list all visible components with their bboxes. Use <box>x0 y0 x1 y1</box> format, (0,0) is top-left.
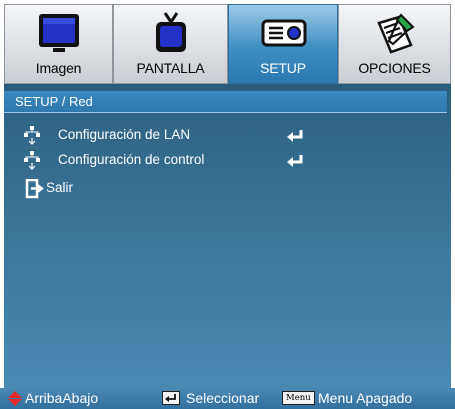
enter-icon <box>287 130 303 142</box>
tab-bar: Imagen PANTALLA SETUP OPCIONES <box>4 4 451 84</box>
exit-icon <box>25 179 44 199</box>
monitor-icon <box>38 14 79 52</box>
up-down-arrows-icon <box>8 391 22 406</box>
enter-key-icon <box>162 391 180 405</box>
tab-pantalla[interactable]: PANTALLA <box>113 4 228 84</box>
footer-menu-label: Menu Apagado <box>318 390 413 406</box>
menu-item-lan-config[interactable]: Configuración de LAN <box>4 124 447 148</box>
menu-item-exit[interactable]: Salir <box>4 177 447 201</box>
menu-item-control-config[interactable]: Configuración de control <box>4 149 447 173</box>
menu-item-label: Configuración de control <box>58 152 205 167</box>
tab-setup[interactable]: SETUP <box>228 4 338 84</box>
network-icon <box>24 151 40 170</box>
footer-select-label: Seleccionar <box>186 390 260 406</box>
tab-label: SETUP <box>260 60 306 76</box>
menu-item-label: Salir <box>46 180 74 195</box>
tab-imagen[interactable]: Imagen <box>4 4 113 84</box>
tab-label: OPCIONES <box>358 60 431 76</box>
breadcrumb: SETUP / Red <box>4 91 447 113</box>
menu-key-icon: Menu <box>282 391 315 405</box>
footer-help-bar: ArribaAbajo Seleccionar Menu Menu Apagad… <box>0 388 455 409</box>
menu-item-label: Configuración de LAN <box>58 127 191 142</box>
options-notepad-icon <box>376 13 415 54</box>
footer-nav-label: ArribaAbajo <box>25 390 99 406</box>
network-icon <box>24 126 40 145</box>
tv-icon <box>155 12 186 52</box>
tab-label: Imagen <box>35 60 82 76</box>
osd-menu: Imagen PANTALLA SETUP OPCIONES SETUP / R… <box>0 0 455 409</box>
tab-opciones[interactable]: OPCIONES <box>338 4 451 84</box>
projector-icon <box>261 19 307 47</box>
enter-icon <box>287 155 303 167</box>
menu-panel: SETUP / Red Configuración de LAN Configu… <box>4 84 451 394</box>
tab-label: PANTALLA <box>136 60 205 76</box>
